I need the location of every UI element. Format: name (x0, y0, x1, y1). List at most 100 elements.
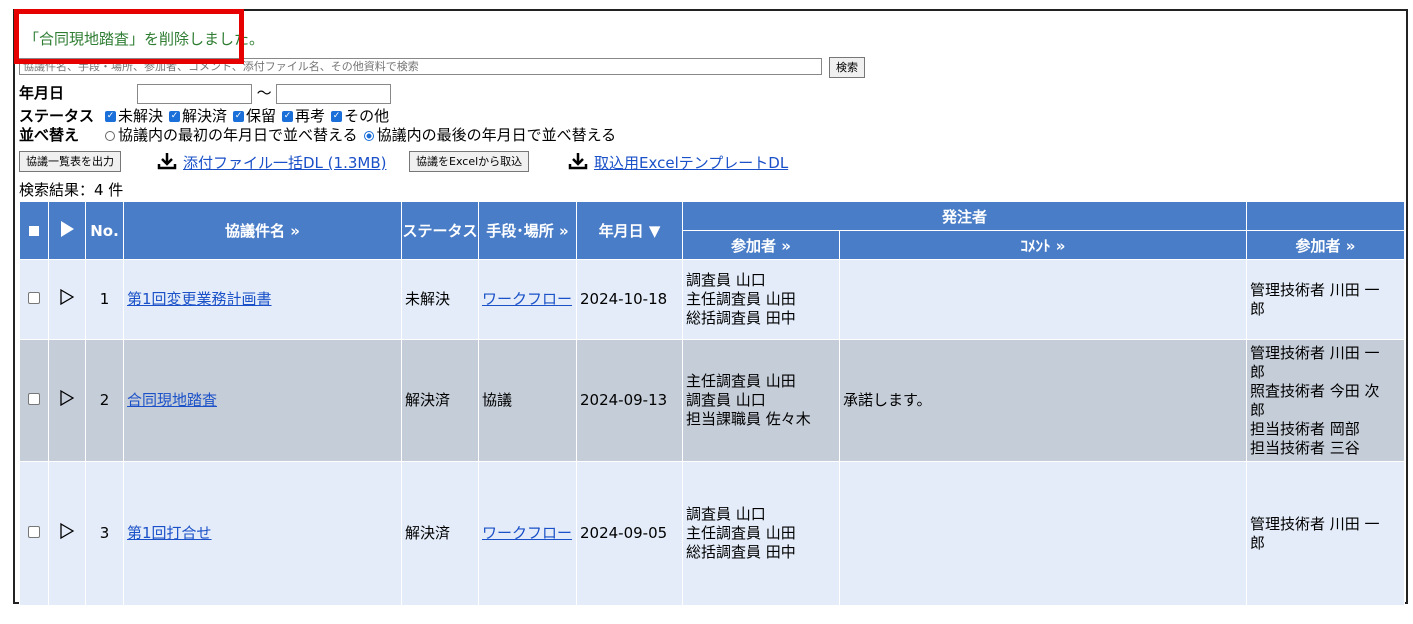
row-expand-cell[interactable] (48, 259, 86, 340)
row-method: 協議 (478, 339, 577, 462)
status-filter-row: ステータス ✓ 未解決 ✓ 解決済 ✓ 保留 ✓ 再考 ✓ その他 (19, 105, 389, 126)
row-orderer-participants: 調査員 山口 主任調査員 山田 総括調査員 田中 (682, 259, 840, 340)
sort-row: 並べ替え 協議内の最初の年月日で並べ替える 協議内の最後の年月日で並べ替える (19, 124, 616, 145)
row-subject-cell: 第1回変更業務計画書 (123, 259, 402, 340)
attachment-download-link[interactable]: 添付ファイル一括DL (1.3MB) (183, 152, 386, 173)
highlight-box (14, 9, 244, 64)
date-filter-row: 年月日 ～ (19, 82, 392, 104)
table-row[interactable]: 2 合同現地踏査 解決済 協議 2024-09-13 主任調査員 山田 調査員 … (19, 339, 1405, 462)
participant: 主任調査員 山田 (686, 372, 796, 390)
participant: 郎 (1250, 299, 1266, 318)
participant: 総括調査員 田中 (686, 543, 796, 561)
radio-sort-first[interactable] (105, 130, 115, 141)
status-label: ステータス (19, 107, 95, 125)
radio-sort-last[interactable] (363, 130, 374, 141)
participant: 管理技術者 川田 一 (1250, 343, 1380, 362)
date-separator: ～ (256, 84, 272, 102)
participant: 管理技術者 川田 一 (1250, 514, 1380, 533)
download-icon (568, 153, 588, 170)
method-link[interactable]: ワークフロー (482, 290, 572, 308)
participant: 調査員 山口 (686, 391, 766, 409)
expand-icon[interactable] (60, 523, 74, 539)
expand-icon[interactable] (60, 289, 74, 305)
row-checkbox[interactable] (28, 526, 40, 538)
header-date[interactable]: 年月日 ▼ (576, 201, 683, 260)
row-subject-cell: 合同現地踏査 (123, 339, 402, 462)
row-expand-cell[interactable] (48, 339, 86, 462)
sort-option-label: 協議内の最初の年月日で並べ替える (118, 126, 358, 144)
row-date: 2024-09-05 (576, 461, 683, 606)
participant: 担当課職員 佐々木 (686, 410, 811, 428)
checkbox-hold[interactable]: ✓ (233, 111, 245, 122)
date-to-input[interactable] (276, 83, 392, 104)
participant: 担当技術者 三谷 (1250, 438, 1360, 457)
checkbox-unresolved[interactable]: ✓ (105, 111, 116, 122)
participant: 郎 (1250, 533, 1266, 552)
select-all-checkbox[interactable] (29, 225, 39, 236)
header-method[interactable]: 手段･場所 » (478, 201, 577, 260)
sort-option-label: 協議内の最後の年月日で並べ替える (376, 126, 617, 144)
consultation-table: No. 協議件名 » ステータス 手段･場所 » 年月日 ▼ 発注者 参加者 »… (19, 201, 1405, 606)
row-method-cell: ワークフロー (478, 259, 577, 340)
date-label: 年月日 (19, 84, 65, 102)
expand-all-icon[interactable] (60, 220, 74, 237)
row-subject-cell: 第1回打合せ (123, 461, 402, 606)
header-orderer-participants[interactable]: 参加者 » (682, 230, 840, 260)
subject-link[interactable]: 第1回打合せ (127, 524, 212, 542)
export-button[interactable]: 協議一覧表を出力 (19, 151, 121, 172)
row-checkbox-cell[interactable] (19, 339, 49, 462)
method-link[interactable]: ワークフロー (482, 524, 572, 542)
status-option-label: 解決済 (182, 107, 228, 125)
row-status: 解決済 (401, 339, 479, 462)
participant: 郎 (1250, 400, 1266, 419)
status-option-label: 保留 (246, 107, 277, 125)
row-checkbox[interactable] (28, 393, 40, 405)
row-contractor-participants: 管理技術者 川田 一 郎 (1246, 259, 1405, 340)
header-orderer-group: 発注者 (682, 201, 1247, 231)
participant: 主任調査員 山田 (686, 524, 796, 542)
header-contractor-participants[interactable]: 参加者 » (1246, 230, 1405, 260)
import-excel-button[interactable]: 協議をExcelから取込 (409, 151, 530, 172)
template-download-link[interactable]: 取込用ExcelテンプレートDL (594, 152, 788, 173)
date-from-input[interactable] (136, 83, 252, 104)
status-option-label: 未解決 (118, 107, 164, 125)
row-expand-cell[interactable] (48, 461, 86, 606)
status-option-label: 再考 (295, 107, 326, 125)
participant: 総括調査員 田中 (686, 309, 796, 327)
row-contractor-participants: 管理技術者 川田 一 郎 (1246, 461, 1405, 606)
header-no: No. (85, 201, 124, 260)
header-subject[interactable]: 協議件名 » (123, 201, 402, 260)
header-expand[interactable] (48, 201, 86, 260)
row-checkbox-cell[interactable] (19, 461, 49, 606)
header-orderer-comment[interactable]: ｺﾒﾝﾄ » (839, 230, 1247, 260)
row-comment (839, 259, 1247, 340)
checkbox-other[interactable]: ✓ (331, 111, 343, 122)
row-orderer-participants: 調査員 山口 主任調査員 山田 総括調査員 田中 (682, 461, 840, 606)
row-checkbox[interactable] (28, 292, 40, 304)
row-status: 未解決 (401, 259, 479, 340)
download-icon (157, 153, 177, 170)
table-row[interactable]: 1 第1回変更業務計画書 未解決 ワークフロー 2024-10-18 調査員 山… (19, 259, 1405, 340)
expand-icon[interactable] (60, 390, 74, 406)
status-option-label: その他 (344, 107, 390, 125)
row-checkbox-cell[interactable] (19, 259, 49, 340)
row-comment (839, 461, 1247, 606)
participant: 照査技術者 今田 次 (1250, 381, 1380, 400)
participant: 主任調査員 山田 (686, 290, 796, 308)
table-row[interactable]: 3 第1回打合せ 解決済 ワークフロー 2024-09-05 調査員 山口 主任… (19, 461, 1405, 606)
row-method-cell: ワークフロー (478, 461, 577, 606)
sort-label: 並べ替え (19, 126, 80, 144)
subject-link[interactable]: 合同現地踏査 (127, 391, 217, 409)
row-date: 2024-09-13 (576, 339, 683, 462)
checkbox-reconsider[interactable]: ✓ (282, 111, 294, 122)
row-date: 2024-10-18 (576, 259, 683, 340)
row-status: 解決済 (401, 461, 479, 606)
subject-link[interactable]: 第1回変更業務計画書 (127, 290, 272, 308)
row-contractor-participants: 管理技術者 川田 一 郎 照査技術者 今田 次 郎 担当技術者 岡部 担当技術者… (1246, 339, 1405, 462)
search-button[interactable]: 検索 (829, 57, 865, 78)
participant: 調査員 山口 (686, 271, 766, 289)
row-comment: 承諾します。 (839, 339, 1247, 462)
participant: 郎 (1250, 362, 1266, 381)
checkbox-resolved[interactable]: ✓ (169, 111, 181, 122)
header-select-all[interactable] (19, 201, 49, 260)
